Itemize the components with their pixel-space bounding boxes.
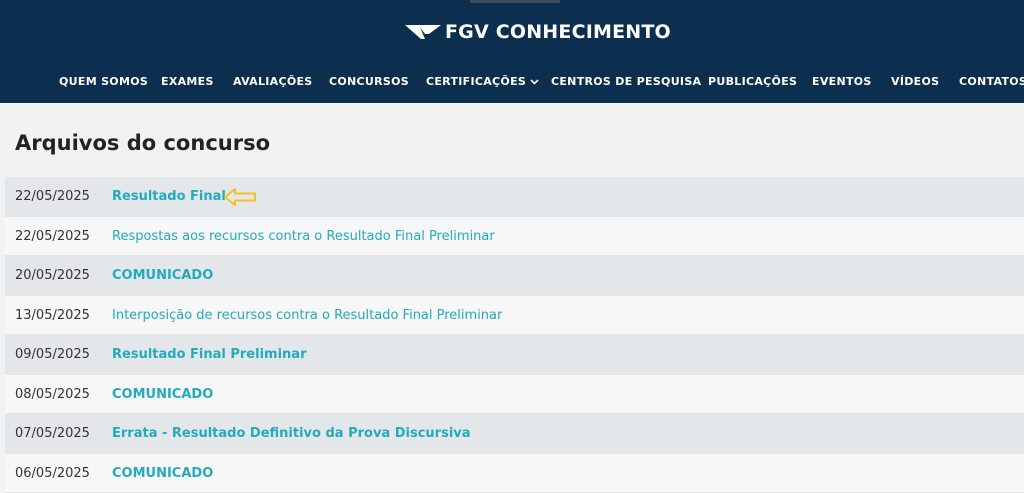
file-link[interactable]: Resultado Final Preliminar bbox=[112, 347, 306, 362]
nav-item-avaliacoes[interactable]: AVALIAÇÕES bbox=[233, 75, 313, 88]
main-nav: QUEM SOMOS EXAMES AVALIAÇÕES CONCURSOS C… bbox=[0, 75, 1024, 91]
file-link[interactable]: Respostas aos recursos contra o Resultad… bbox=[112, 229, 495, 244]
brand-name: FGV CONHECIMENTO bbox=[445, 21, 671, 43]
nav-item-exames[interactable]: EXAMES bbox=[161, 75, 214, 88]
file-link[interactable]: Interposição de recursos contra o Result… bbox=[112, 308, 502, 323]
file-row: 08/05/2025 COMUNICADO bbox=[5, 375, 1024, 415]
file-row: 20/05/2025 COMUNICADO bbox=[5, 256, 1024, 296]
nav-item-concursos[interactable]: CONCURSOS bbox=[329, 75, 409, 88]
nav-item-certificacoes[interactable]: CERTIFICAÇÕES bbox=[426, 75, 539, 88]
file-link[interactable]: COMUNICADO bbox=[112, 387, 213, 402]
nav-item-centros-de-pesquisa[interactable]: CENTROS DE PESQUISA bbox=[551, 75, 701, 88]
file-link[interactable]: COMUNICADO bbox=[112, 268, 213, 283]
file-row: 13/05/2025 Interposição de recursos cont… bbox=[5, 296, 1024, 336]
file-row: 22/05/2025 Resultado Final bbox=[5, 177, 1024, 217]
nav-item-videos[interactable]: VÍDEOS bbox=[891, 75, 939, 88]
file-date: 22/05/2025 bbox=[15, 189, 90, 204]
files-list: 22/05/2025 Resultado Final 22/05/2025 Re… bbox=[5, 177, 1024, 493]
file-row: 07/05/2025 Errata - Resultado Definitivo… bbox=[5, 414, 1024, 454]
page-title: Arquivos do concurso bbox=[15, 131, 270, 155]
file-date: 22/05/2025 bbox=[15, 229, 90, 244]
nav-item-publicacoes[interactable]: PUBLICAÇÕES bbox=[708, 75, 797, 88]
chevron-down-icon bbox=[530, 79, 539, 85]
fgv-logo-icon bbox=[405, 23, 441, 41]
arrow-left-icon bbox=[223, 187, 257, 207]
header-shade bbox=[470, 0, 560, 3]
file-date: 13/05/2025 bbox=[15, 308, 90, 323]
file-row: 09/05/2025 Resultado Final Preliminar bbox=[5, 335, 1024, 375]
nav-item-certificacoes-label: CERTIFICAÇÕES bbox=[426, 75, 526, 88]
file-link[interactable]: COMUNICADO bbox=[112, 466, 213, 481]
site-header: FGV CONHECIMENTO QUEM SOMOS EXAMES AVALI… bbox=[0, 0, 1024, 103]
file-date: 08/05/2025 bbox=[15, 387, 90, 402]
file-date: 20/05/2025 bbox=[15, 268, 90, 283]
file-row: 06/05/2025 COMUNICADO bbox=[5, 454, 1024, 493]
file-link[interactable]: Resultado Final bbox=[112, 189, 226, 204]
file-date: 06/05/2025 bbox=[15, 466, 90, 481]
nav-item-eventos[interactable]: EVENTOS bbox=[812, 75, 872, 88]
file-date: 07/05/2025 bbox=[15, 426, 90, 441]
nav-item-contatos[interactable]: CONTATOS bbox=[959, 75, 1024, 88]
file-date: 09/05/2025 bbox=[15, 347, 90, 362]
brand-logo[interactable]: FGV CONHECIMENTO bbox=[405, 21, 671, 43]
nav-item-quem-somos[interactable]: QUEM SOMOS bbox=[59, 75, 148, 88]
file-link[interactable]: Errata - Resultado Definitivo da Prova D… bbox=[112, 426, 471, 441]
file-row: 22/05/2025 Respostas aos recursos contra… bbox=[5, 217, 1024, 257]
